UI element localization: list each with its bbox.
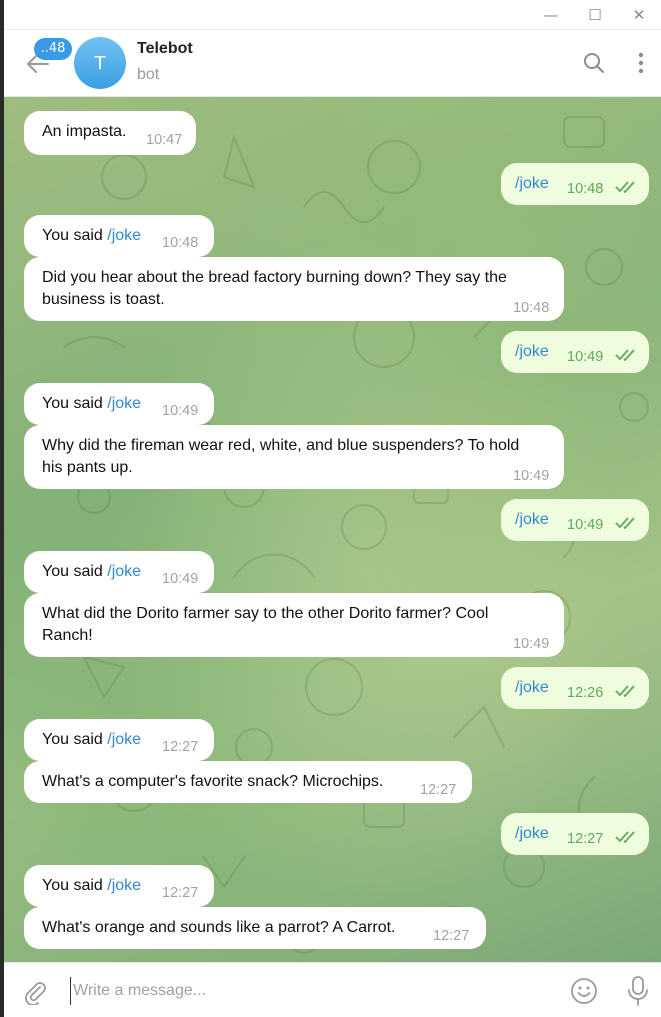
microphone-icon[interactable]	[626, 975, 650, 1007]
message-text: /joke	[515, 825, 549, 842]
message-time: 10:48	[567, 181, 604, 197]
command-link[interactable]: /joke	[107, 563, 141, 580]
message-time: 10:49	[162, 403, 199, 419]
incoming-message[interactable]: You said /joke 12:27	[24, 719, 214, 761]
message-text: You said /joke	[42, 563, 142, 580]
message-text: What did the Dorito farmer say to the ot…	[42, 605, 489, 644]
command-link[interactable]: /joke	[107, 731, 141, 748]
emoji-icon[interactable]	[570, 977, 598, 1005]
outgoing-message[interactable]: /joke 12:27	[501, 813, 649, 855]
message-time: 10:49	[513, 468, 550, 484]
message-time: 10:49	[567, 349, 604, 365]
incoming-message[interactable]: You said /joke 10:49	[24, 383, 214, 425]
incoming-message[interactable]: You said /joke 12:27	[24, 865, 214, 907]
message-text: An impasta.	[42, 123, 127, 140]
message-time: 12:27	[433, 928, 470, 944]
message-time: 12:27	[162, 739, 199, 755]
message-text: /joke	[515, 511, 549, 528]
message-text: Did you hear about the bread factory bur…	[42, 269, 507, 308]
message-time: 10:49	[513, 636, 550, 652]
incoming-message[interactable]: You said /joke 10:49	[24, 551, 214, 593]
outgoing-message[interactable]: /joke 10:49	[501, 499, 649, 541]
chat-messages-area[interactable]: An impasta. 10:47 /joke 10:48 You said /…	[4, 97, 661, 962]
message-text: /joke	[515, 343, 549, 360]
message-text: You said /joke	[42, 877, 142, 894]
chat-header: ..48 T Telebot bot	[4, 30, 661, 97]
close-button[interactable]: ✕	[617, 0, 661, 30]
message-time: 12:27	[162, 885, 199, 901]
minimize-button[interactable]: —	[529, 0, 573, 30]
window-titlebar: — ☐ ✕	[4, 0, 661, 30]
message-time: 12:27	[420, 782, 457, 798]
incoming-message[interactable]: An impasta. 10:47	[24, 111, 196, 155]
avatar[interactable]: T	[74, 37, 126, 89]
double-check-icon	[615, 349, 635, 362]
outgoing-message[interactable]: /joke 10:48	[501, 163, 649, 205]
message-time: 10:48	[162, 235, 199, 251]
message-text: What's a computer's favorite snack? Micr…	[42, 773, 384, 790]
double-check-icon	[615, 831, 635, 844]
command-link[interactable]: /joke	[107, 227, 141, 244]
incoming-message[interactable]: Did you hear about the bread factory bur…	[24, 257, 564, 321]
incoming-message[interactable]: What did the Dorito farmer say to the ot…	[24, 593, 564, 657]
attach-paperclip-icon[interactable]	[22, 979, 48, 1005]
message-input[interactable]	[70, 977, 540, 1005]
more-vertical-icon[interactable]	[628, 50, 654, 76]
double-check-icon	[615, 181, 635, 194]
message-text: Why did the fireman wear red, white, and…	[42, 437, 520, 476]
message-time: 10:47	[146, 132, 183, 148]
chat-title[interactable]: Telebot	[137, 40, 193, 58]
search-icon[interactable]	[581, 50, 607, 76]
message-time: 10:48	[513, 300, 550, 316]
message-time: 10:49	[567, 517, 604, 533]
incoming-message[interactable]: What's a computer's favorite snack? Micr…	[24, 761, 472, 803]
unread-count-badge: ..48	[34, 38, 72, 60]
outgoing-message[interactable]: /joke 10:49	[501, 331, 649, 373]
double-check-icon	[615, 685, 635, 698]
incoming-message[interactable]: What's orange and sounds like a parrot? …	[24, 907, 486, 949]
message-text: What's orange and sounds like a parrot? …	[42, 919, 396, 936]
message-text: /joke	[515, 175, 549, 192]
message-time: 12:26	[567, 685, 604, 701]
maximize-button[interactable]: ☐	[573, 0, 617, 30]
incoming-message[interactable]: You said /joke 10:48	[24, 215, 214, 257]
message-text: You said /joke	[42, 227, 142, 244]
outgoing-message[interactable]: /joke 12:26	[501, 667, 649, 709]
telegram-window: — ☐ ✕ ..48 T Telebot bot An impasta. 10:…	[0, 0, 661, 1017]
incoming-message[interactable]: Why did the fireman wear red, white, and…	[24, 425, 564, 489]
message-time: 12:27	[567, 831, 604, 847]
message-time: 10:49	[162, 571, 199, 587]
command-link[interactable]: /joke	[107, 877, 141, 894]
command-link[interactable]: /joke	[107, 395, 141, 412]
double-check-icon	[615, 517, 635, 530]
message-text: You said /joke	[42, 395, 142, 412]
message-composer	[4, 962, 661, 1017]
message-text: /joke	[515, 679, 549, 696]
chat-subtitle: bot	[137, 66, 160, 83]
message-text: You said /joke	[42, 731, 142, 748]
